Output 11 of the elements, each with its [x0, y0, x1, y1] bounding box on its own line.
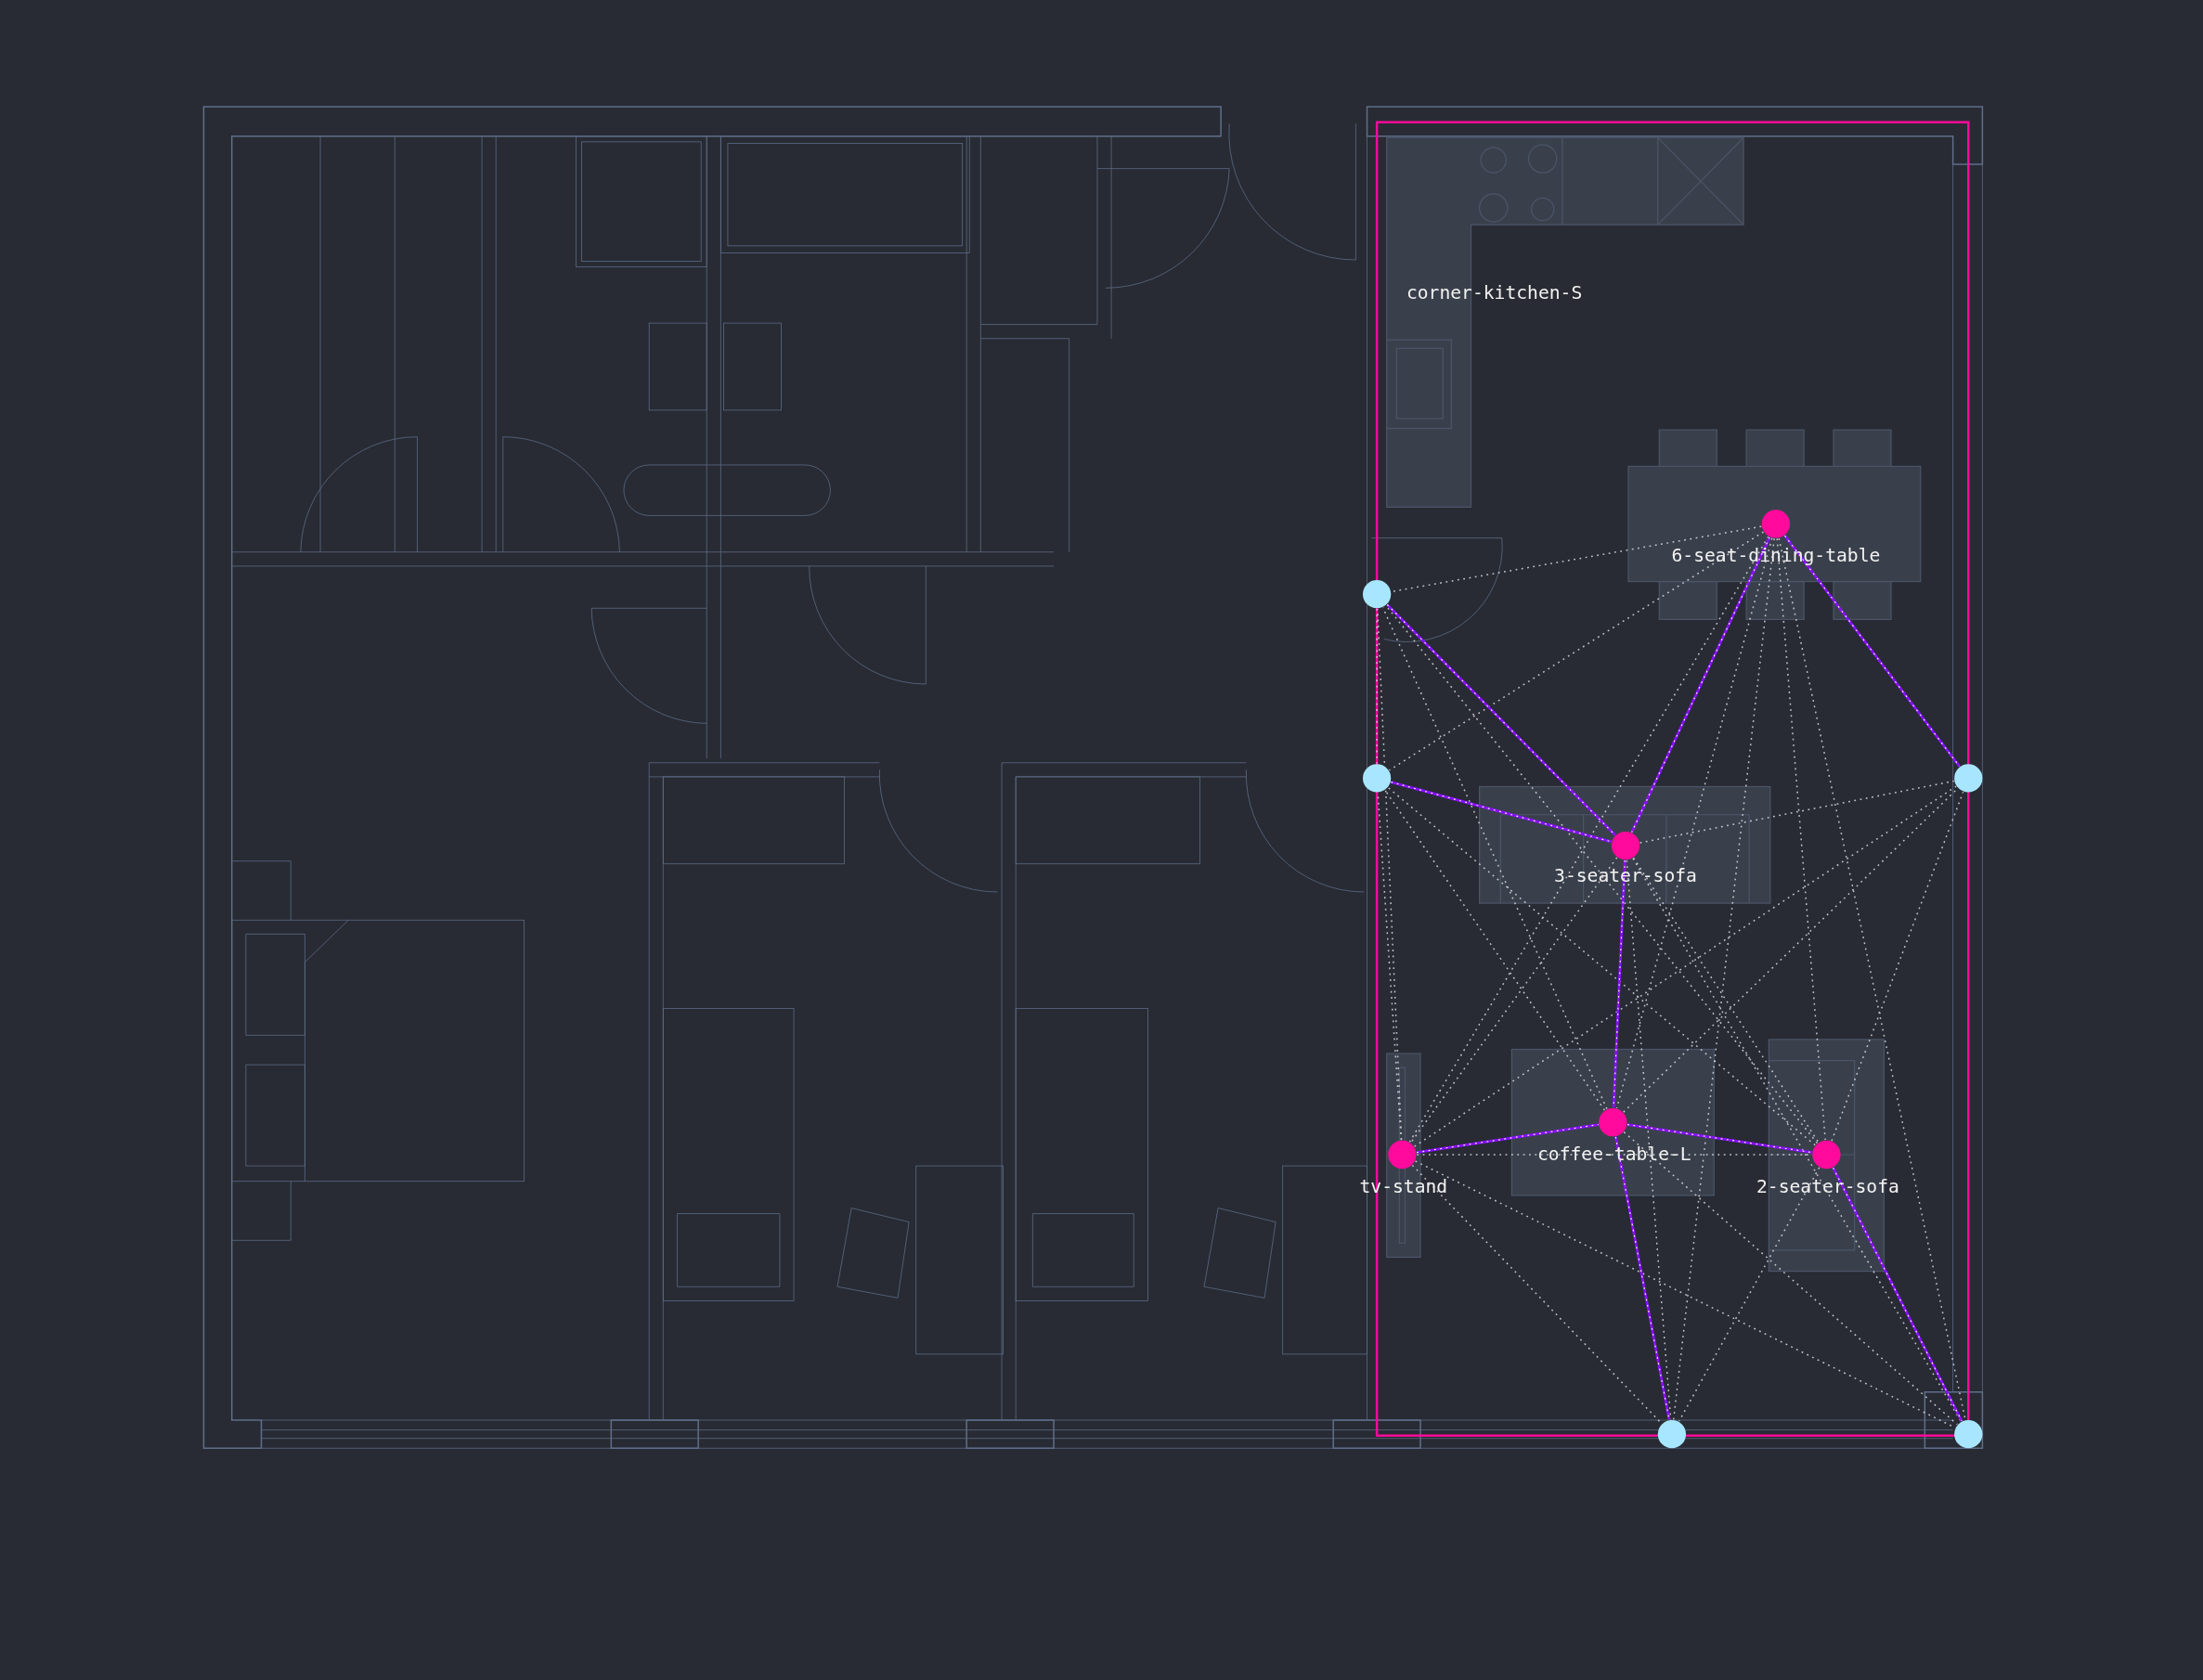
- furniture-node[interactable]: [1761, 510, 1791, 538]
- door-node[interactable]: [1363, 580, 1392, 609]
- door-node[interactable]: [1954, 1420, 1983, 1449]
- furniture-label: corner-kitchen-S: [1406, 282, 1583, 304]
- furniture-node[interactable]: [1611, 831, 1640, 860]
- furniture-node[interactable]: [1599, 1108, 1627, 1137]
- door-node[interactable]: [1954, 764, 1983, 793]
- door-node[interactable]: [1657, 1420, 1687, 1449]
- furniture-node[interactable]: [1812, 1140, 1841, 1170]
- door-node[interactable]: [1363, 764, 1392, 793]
- furniture-node[interactable]: [1388, 1140, 1417, 1170]
